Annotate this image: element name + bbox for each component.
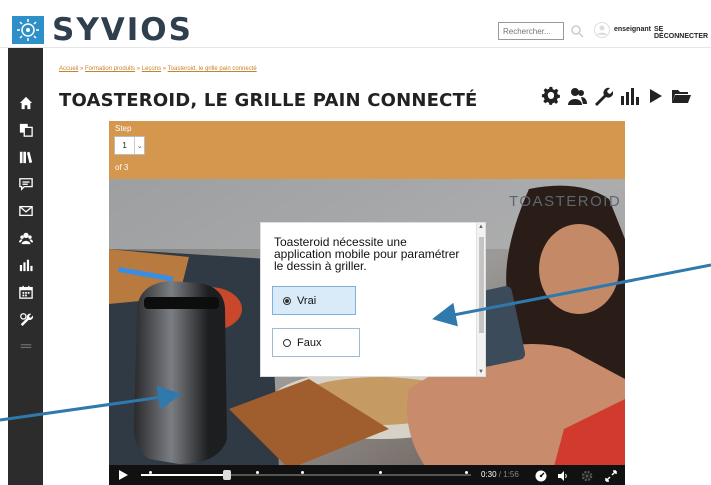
chart-icon (19, 259, 33, 272)
sidebar-item-home[interactable] (8, 93, 43, 113)
user-avatar-icon[interactable] (594, 22, 610, 38)
sidebar-item-library[interactable] (8, 147, 43, 167)
video-controls: 0:30 / 1:56 (109, 465, 625, 485)
step-total: of 3 (115, 163, 129, 172)
scroll-thumb[interactable] (479, 237, 484, 333)
wrench-icon[interactable] (592, 85, 614, 107)
calendar-icon (18, 285, 33, 299)
breadcrumb-separator: » (78, 66, 86, 72)
logout-link[interactable]: SE DÉCONNECTER (654, 26, 711, 40)
top-header: SYVIOS enseignant SE DÉCONNECTER (0, 0, 711, 48)
step-value: 1 (122, 141, 127, 150)
video-player[interactable]: TOASTEROID Toasteroid nécessite une appl… (109, 179, 625, 485)
breadcrumb-item[interactable]: Leçons (142, 66, 161, 72)
chapter-marker[interactable] (301, 471, 304, 474)
sidebar-item-stats[interactable] (8, 255, 43, 275)
quiz-option-label: Faux (297, 336, 322, 349)
breadcrumb-item[interactable]: Formation produits (85, 66, 135, 72)
time-current: 0:30 (481, 470, 497, 479)
step-select[interactable]: 1 ⌄ (114, 136, 145, 155)
breadcrumb: Accueil » Formation produits » Leçons » … (59, 66, 257, 72)
breadcrumb-item[interactable]: Accueil (59, 66, 78, 72)
search-icon[interactable] (570, 24, 584, 38)
video-brand-overlay: TOASTEROID (509, 193, 622, 210)
mail-icon (18, 205, 33, 217)
logo-icon[interactable] (12, 16, 44, 44)
video-progress-knob[interactable] (222, 470, 231, 480)
stats-icon[interactable] (618, 85, 640, 107)
username-label[interactable]: enseignant (614, 26, 651, 33)
speed-icon[interactable] (535, 469, 547, 482)
app-window: SYVIOS enseignant SE DÉCONNECTER (0, 0, 711, 485)
quiz-scrollbar[interactable]: ▲ ▼ (476, 223, 485, 376)
volume-icon[interactable] (557, 469, 569, 481)
chevron-down-icon[interactable]: ⌄ (134, 137, 144, 154)
step-panel: Step 1 ⌄ of 3 (109, 121, 625, 179)
scroll-down-icon[interactable]: ▼ (478, 369, 484, 375)
radio-selected-icon[interactable] (283, 296, 291, 305)
copy-icon (19, 123, 33, 137)
lesson-toolbar (540, 84, 692, 108)
menu-icon (20, 344, 31, 348)
sidebar-item-users[interactable] (8, 228, 43, 248)
play-icon[interactable] (644, 85, 666, 107)
play-icon[interactable] (119, 470, 128, 480)
quiz-option-label: Vrai (297, 294, 317, 307)
radio-unselected-icon[interactable] (283, 338, 291, 347)
breadcrumb-separator: » (135, 66, 142, 72)
quiz-option-faux[interactable]: Faux (272, 328, 360, 357)
sidebar-item-menu[interactable] (8, 336, 43, 356)
users-icon (18, 232, 33, 245)
tools-icon (19, 313, 33, 326)
quiz-dialog: Toasteroid nécessite une application mob… (260, 222, 486, 377)
settings-icon[interactable] (540, 85, 562, 107)
sidebar-item-calendar[interactable] (8, 282, 43, 302)
chat-icon (18, 178, 33, 191)
video-time: 0:30 / 1:56 (481, 470, 519, 479)
time-total: 1:56 (503, 470, 519, 479)
quiz-option-vrai[interactable]: Vrai (272, 286, 356, 315)
logo-text[interactable]: SYVIOS (52, 12, 193, 48)
scroll-up-icon[interactable]: ▲ (478, 224, 484, 230)
settings-icon[interactable] (581, 469, 593, 482)
video-progress-fill (141, 474, 227, 476)
page-title: TOASTEROID, LE GRILLE PAIN CONNECTÉ (59, 90, 478, 111)
sidebar-item-copy[interactable] (8, 120, 43, 140)
search-input[interactable] (498, 22, 564, 40)
sidebar (8, 48, 43, 485)
video-progress-track[interactable] (141, 470, 471, 480)
sidebar-item-mail[interactable] (8, 201, 43, 221)
breadcrumb-item[interactable]: Toasteroid, le grille pain connecté (168, 66, 257, 72)
sidebar-item-chat[interactable] (8, 174, 43, 194)
library-icon (19, 151, 32, 164)
folder-icon[interactable] (670, 85, 692, 107)
users-icon[interactable] (566, 85, 588, 107)
chapter-marker[interactable] (256, 471, 259, 474)
chapter-marker[interactable] (149, 471, 152, 474)
chapter-marker[interactable] (465, 471, 468, 474)
home-icon (19, 96, 32, 110)
sidebar-item-tools[interactable] (8, 309, 43, 329)
step-label: Step (115, 124, 132, 133)
fullscreen-icon[interactable] (605, 469, 617, 482)
quiz-question: Toasteroid nécessite une application mob… (274, 235, 460, 273)
chapter-marker[interactable] (379, 471, 382, 474)
